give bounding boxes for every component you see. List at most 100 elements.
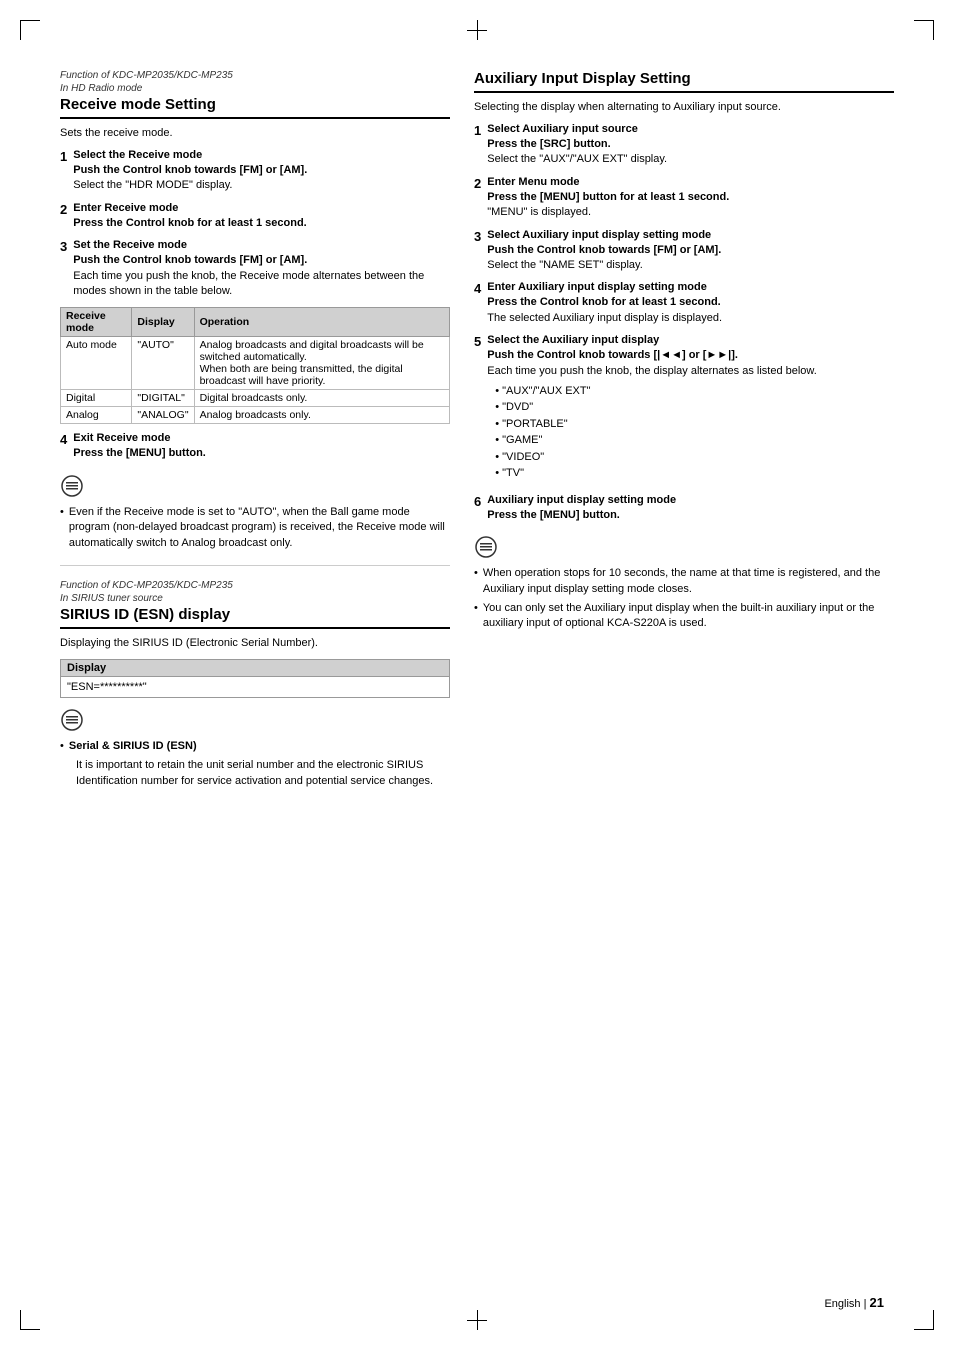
step-2-title: Enter Receive mode — [73, 202, 450, 214]
step-3-text: Each time you push the knob, the Receive… — [73, 270, 424, 297]
list-item: "PORTABLE" — [495, 416, 894, 433]
step-1-bold: Push the Control knob towards [FM] or [A… — [73, 164, 307, 176]
display-box-header: Display — [61, 660, 449, 677]
right-step-3-number: 3 — [474, 229, 481, 245]
step-4-bold: Press the [MENU] button. — [73, 447, 206, 459]
table-cell-op-2: Analog broadcasts only. — [194, 407, 449, 424]
right-step-3-body: Push the Control knob towards [FM] or [A… — [487, 243, 894, 274]
right-step-4: 4 Enter Auxiliary input display setting … — [474, 281, 894, 326]
section-divider — [60, 565, 450, 566]
step-3: 3 Set the Receive mode Push the Control … — [60, 239, 450, 299]
right-step-2-body: Press the [MENU] button for at least 1 s… — [487, 190, 894, 221]
step-1: 1 Select the Receive mode Push the Contr… — [60, 149, 450, 194]
step-2: 2 Enter Receive mode Press the Control k… — [60, 202, 450, 231]
table-cell-mode-2: Analog — [61, 407, 132, 424]
step-1-body: Push the Control knob towards [FM] or [A… — [73, 163, 450, 194]
right-step-5-bold: Push the Control knob towards [|◄◄] or [… — [487, 349, 738, 361]
right-note-2: You can only set the Auxiliary input dis… — [474, 601, 894, 632]
display-options-list: "AUX"/"AUX EXT" "DVD" "PORTABLE" "GAME" … — [495, 383, 894, 482]
right-step-4-body: Press the Control knob for at least 1 se… — [487, 295, 894, 326]
section1-function: Function of KDC-MP2035/KDC-MP235 — [60, 70, 450, 81]
section2-function-sub: In SIRIUS tuner source — [60, 593, 450, 604]
right-section-intro: Selecting the display when alternating t… — [474, 101, 894, 113]
right-step-4-title: Enter Auxiliary input display setting mo… — [487, 281, 894, 293]
right-step-6-body: Press the [MENU] button. — [487, 508, 894, 523]
right-step-1-text: Select the "AUX"/"AUX EXT" display. — [487, 153, 667, 165]
section1-title: Receive mode Setting — [60, 96, 450, 119]
right-step-5-title: Select the Auxiliary input display — [487, 334, 894, 346]
right-step-2-bold: Press the [MENU] button for at least 1 s… — [487, 191, 729, 203]
step-3-bold: Push the Control knob towards [FM] or [A… — [73, 254, 307, 266]
right-step-4-text: The selected Auxiliary input display is … — [487, 312, 722, 324]
right-column: Auxiliary Input Display Setting Selectin… — [474, 70, 894, 789]
section2-function: Function of KDC-MP2035/KDC-MP235 — [60, 580, 450, 591]
menu-icon-3 — [474, 535, 498, 559]
right-step-5-body: Push the Control knob towards [|◄◄] or [… — [487, 348, 894, 379]
right-step-3-title: Select Auxiliary input display setting m… — [487, 229, 894, 241]
section2-title: SIRIUS ID (ESN) display — [60, 606, 450, 629]
table-row: Analog "ANALOG" Analog broadcasts only. — [61, 407, 450, 424]
right-step-1-title: Select Auxiliary input source — [487, 123, 894, 135]
right-step-6: 6 Auxiliary input display setting mode P… — [474, 494, 894, 523]
step-3-body: Push the Control knob towards [FM] or [A… — [73, 253, 450, 299]
step-3-number: 3 — [60, 239, 67, 255]
right-step-1: 1 Select Auxiliary input source Press th… — [474, 123, 894, 168]
list-item: "TV" — [495, 465, 894, 482]
footer-page-number: 21 — [870, 1295, 884, 1310]
step-2-bold: Press the Control knob for at least 1 se… — [73, 217, 307, 229]
right-step-5: 5 Select the Auxiliary input display Pus… — [474, 334, 894, 486]
right-note-1: When operation stops for 10 seconds, the… — [474, 566, 894, 597]
table-header-operation: Operation — [194, 308, 449, 337]
right-step-2: 2 Enter Menu mode Press the [MENU] butto… — [474, 176, 894, 221]
table-cell-op-1: Digital broadcasts only. — [194, 390, 449, 407]
right-step-6-bold: Press the [MENU] button. — [487, 509, 620, 521]
right-step-5-text: Each time you push the knob, the display… — [487, 365, 817, 377]
right-step-3: 3 Select Auxiliary input display setting… — [474, 229, 894, 274]
table-cell-display-2: "ANALOG" — [132, 407, 194, 424]
menu-icon — [60, 474, 84, 498]
table-row: Digital "DIGITAL" Digital broadcasts onl… — [61, 390, 450, 407]
table-cell-display-1: "DIGITAL" — [132, 390, 194, 407]
step-4-body: Press the [MENU] button. — [73, 446, 450, 461]
section2-intro: Displaying the SIRIUS ID (Electronic Ser… — [60, 637, 450, 649]
step-4-title: Exit Receive mode — [73, 432, 450, 444]
section1-function-sub: In HD Radio mode — [60, 83, 450, 94]
right-step-5-number: 5 — [474, 334, 481, 350]
right-step-3-text: Select the "NAME SET" display. — [487, 259, 643, 271]
table-cell-mode-1: Digital — [61, 390, 132, 407]
footer: English | 21 — [824, 1295, 884, 1310]
left-column: Function of KDC-MP2035/KDC-MP235 In HD R… — [60, 70, 450, 789]
step-1-number: 1 — [60, 149, 67, 165]
step-4: 4 Exit Receive mode Press the [MENU] but… — [60, 432, 450, 461]
display-box-value: "ESN=**********" — [61, 677, 449, 697]
table-cell-op-0: Analog broadcasts and digital broadcasts… — [194, 337, 449, 390]
menu-icon-block — [60, 474, 84, 501]
step-2-number: 2 — [60, 202, 67, 218]
table-cell-mode-0: Auto mode — [61, 337, 132, 390]
step-1-text: Select the "HDR MODE" display. — [73, 179, 232, 191]
list-item: "VIDEO" — [495, 449, 894, 466]
menu-icon-block-3 — [474, 535, 498, 562]
table-header-mode: Receive mode — [61, 308, 132, 337]
right-step-2-number: 2 — [474, 176, 481, 192]
right-step-1-body: Press the [SRC] button. Select the "AUX"… — [487, 137, 894, 168]
footer-language: English — [824, 1298, 860, 1310]
right-step-6-title: Auxiliary input display setting mode — [487, 494, 894, 506]
step-3-title: Set the Receive mode — [73, 239, 450, 251]
step-2-body: Press the Control knob for at least 1 se… — [73, 216, 450, 231]
right-step-4-bold: Press the Control knob for at least 1 se… — [487, 296, 721, 308]
section2-note-body: It is important to retain the unit seria… — [76, 758, 450, 789]
table-row: Auto mode "AUTO" Analog broadcasts and d… — [61, 337, 450, 390]
right-step-6-number: 6 — [474, 494, 481, 510]
menu-icon-block-2 — [60, 708, 84, 735]
section2-note-title: Serial & SIRIUS ID (ESN) — [60, 739, 450, 754]
right-section-title: Auxiliary Input Display Setting — [474, 70, 894, 93]
list-item: "AUX"/"AUX EXT" — [495, 383, 894, 400]
list-item: "DVD" — [495, 399, 894, 416]
section1-intro: Sets the receive mode. — [60, 127, 450, 139]
right-step-4-number: 4 — [474, 281, 481, 297]
right-step-2-text: "MENU" is displayed. — [487, 206, 591, 218]
display-box: Display "ESN=**********" — [60, 659, 450, 698]
right-step-3-bold: Push the Control knob towards [FM] or [A… — [487, 244, 721, 256]
list-item: "GAME" — [495, 432, 894, 449]
